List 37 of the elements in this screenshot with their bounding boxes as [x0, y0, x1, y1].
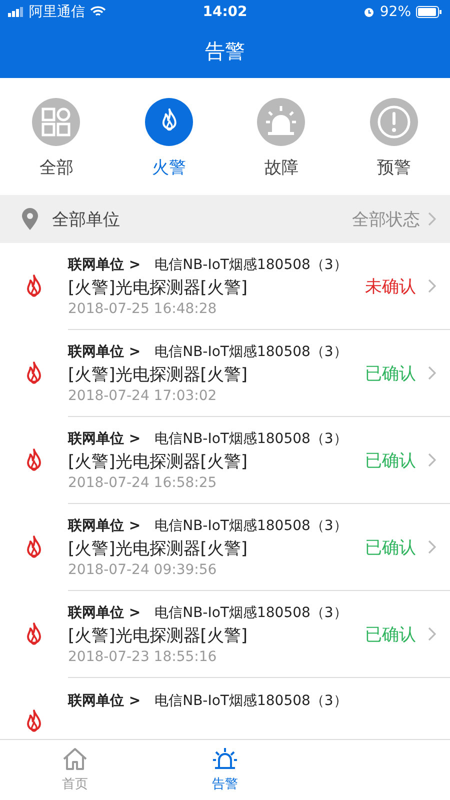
unit-label: 联网单位 >	[68, 604, 141, 622]
device-name: 电信NB-IoT烟感180508（3）	[154, 430, 348, 448]
device-name: 电信NB-IoT烟感180508（3）	[154, 256, 348, 274]
carrier-name: 阿里通信	[29, 3, 85, 21]
page-title: 告警	[205, 38, 245, 64]
unit-filter[interactable]: 全部单位	[52, 208, 338, 230]
category-tab[interactable]: 火警	[112, 98, 225, 179]
alarm-status: 已确认	[365, 450, 416, 472]
category-tab[interactable]: 预警	[338, 98, 450, 179]
alarm-status: 已确认	[365, 536, 416, 558]
unit-label: 联网单位 >	[68, 256, 141, 274]
alarm-time: 2018-07-23 18:55:16	[68, 648, 218, 664]
unit-label: 联网单位 >	[68, 692, 141, 710]
alarm-status: 未确认	[365, 276, 416, 298]
unit-label: 联网单位 >	[68, 342, 141, 360]
alarm-time: 2018-07-24 16:58:25	[68, 474, 218, 490]
alarm-title: [火警]光电探测器[火警]	[68, 364, 249, 386]
alarm-title: [火警]光电探测器[火警]	[68, 450, 249, 472]
alarm-status: 已确认	[365, 624, 416, 646]
alarm-title: [火警]光电探测器[火警]	[68, 276, 249, 298]
device-name: 电信NB-IoT烟感180508（3）	[154, 604, 348, 622]
battery-percent: 92%	[380, 4, 412, 20]
alarm-title: [火警]光电探测器[火警]	[68, 538, 249, 560]
bottom-tab[interactable]: 告警	[150, 740, 300, 800]
alarm-time: 2018-07-25 16:48:28	[68, 300, 218, 316]
device-name: 电信NB-IoT烟感180508（3）	[154, 692, 348, 710]
category-tab[interactable]: 故障	[225, 98, 338, 179]
clock-time: 14:02	[202, 4, 248, 20]
device-name: 电信NB-IoT烟感180508（3）	[154, 516, 348, 534]
alarm-status: 已确认	[365, 362, 416, 384]
alarm-time: 2018-07-24 09:39:56	[68, 562, 218, 578]
alarm-time: 2018-07-24 17:03:02	[68, 388, 218, 404]
category-tab[interactable]: 全部	[0, 98, 112, 179]
device-name: 电信NB-IoT烟感180508（3）	[154, 342, 348, 360]
alarm-title: [火警]光电探测器[火警]	[68, 624, 249, 646]
unit-label: 联网单位 >	[68, 516, 141, 534]
unit-label: 联网单位 >	[68, 430, 141, 448]
